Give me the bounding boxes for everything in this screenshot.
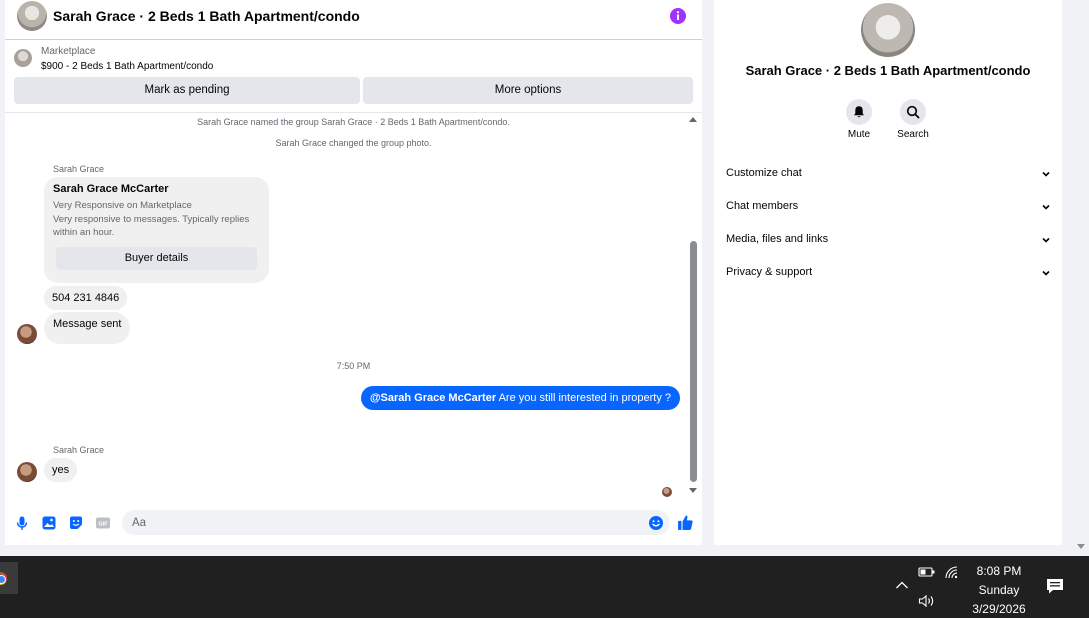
buyer-badge: Very Responsive on Marketplace [53, 200, 192, 211]
avatar[interactable] [17, 324, 37, 344]
chat-panel: Sarah Grace · 2 Beds 1 Bath Apartment/co… [5, 0, 702, 545]
group-photo[interactable] [861, 3, 915, 57]
customize-chat-row[interactable]: Customize chat [726, 165, 1050, 185]
scroll-down-arrow[interactable] [689, 488, 697, 493]
system-clock[interactable]: 8:08 PM Sunday 3/29/2026 [960, 562, 1038, 618]
message-list[interactable]: Sarah Grace named the group Sarah Grace … [5, 112, 702, 502]
search-action[interactable]: Search [893, 99, 933, 140]
chat-title[interactable]: Sarah Grace · 2 Beds 1 Bath Apartment/co… [53, 8, 360, 24]
chat-header: Sarah Grace · 2 Beds 1 Bath Apartment/co… [5, 0, 702, 40]
gif-icon[interactable]: GIF [95, 515, 111, 531]
composer: GIF [5, 505, 702, 541]
system-note: Sarah Grace named the group Sarah Grace … [197, 117, 510, 127]
sender-name: Sarah Grace [53, 164, 105, 174]
sender-name: Sarah Grace [53, 445, 105, 455]
buyer-card: Sarah Grace McCarter Very Responsive on … [44, 177, 269, 283]
row-label: Privacy & support [726, 266, 813, 278]
bell-icon [854, 106, 864, 118]
message-bubble[interactable]: yes [44, 458, 78, 482]
group-avatar[interactable] [17, 1, 47, 31]
row-label: Media, files and links [726, 233, 829, 245]
clock-day: Sunday [978, 583, 1020, 597]
own-message-text: Are you still interested in property ? [496, 392, 671, 404]
scrollbar[interactable] [690, 241, 697, 482]
row-label: Customize chat [726, 167, 802, 179]
sticker-icon[interactable] [68, 515, 84, 531]
message-bubble[interactable]: Message sent [44, 312, 131, 344]
info-title: Sarah Grace · 2 Beds 1 Bath Apartment/co… [745, 63, 1031, 78]
mute-label: Mute [847, 129, 871, 140]
emoji-icon[interactable] [648, 515, 664, 531]
own-message-bubble[interactable]: @Sarah Grace McCarter Are you still inte… [360, 386, 680, 410]
scroll-up-arrow[interactable] [689, 117, 697, 122]
page-scroll-down-arrow[interactable] [1077, 544, 1085, 549]
search-icon [906, 105, 920, 119]
chevron-up-icon[interactable] [895, 580, 909, 590]
thumbs-up-icon[interactable] [677, 514, 694, 531]
gif-label: GIF [98, 522, 108, 528]
chevron-down-icon [1042, 237, 1050, 243]
chat-info-panel: Sarah Grace · 2 Beds 1 Bath Apartment/co… [714, 0, 1062, 545]
mark-pending-button[interactable]: Mark as pending [14, 77, 360, 104]
mute-button[interactable] [846, 99, 872, 125]
volume-icon[interactable] [918, 594, 936, 608]
chevron-down-icon [1042, 204, 1050, 210]
notification-icon[interactable] [1046, 578, 1064, 595]
chat-members-row[interactable]: Chat members [726, 198, 1050, 218]
more-options-button[interactable]: More options [363, 77, 693, 104]
chevron-down-icon [1042, 270, 1050, 276]
clock-time: 8:08 PM [976, 564, 1022, 578]
info-icon[interactable] [669, 7, 687, 25]
marketplace-listing[interactable]: Marketplace $900 - 2 Beds 1 Bath Apartme… [5, 40, 702, 74]
seen-indicator-avatar [662, 487, 672, 497]
battery-icon[interactable] [918, 566, 936, 578]
message-input[interactable] [122, 510, 670, 535]
search-label: Search [897, 129, 929, 140]
message-bubble[interactable]: 504 231 4846 [44, 286, 128, 310]
buyer-response-cont: within an hour. [53, 227, 115, 238]
timestamp: 7:50 PM [336, 361, 371, 371]
row-label: Chat members [726, 200, 799, 212]
media-files-links-row[interactable]: Media, files and links [726, 231, 1050, 251]
chrome-icon [0, 572, 7, 585]
buyer-response: Very responsive to messages. Typically r… [53, 214, 250, 225]
taskbar: 8:08 PM Sunday 3/29/2026 [0, 556, 1089, 618]
mute-action[interactable]: Mute [839, 99, 879, 140]
listing-thumbnail [14, 49, 32, 67]
system-note: Sarah Grace changed the group photo. [275, 138, 432, 148]
chevron-down-icon [1042, 171, 1050, 177]
avatar[interactable] [17, 462, 37, 482]
marketplace-label: Marketplace [41, 46, 96, 57]
privacy-support-row[interactable]: Privacy & support [726, 264, 1050, 284]
listing-price: $900 - 2 Beds 1 Bath Apartment/condo [41, 61, 214, 72]
mention[interactable]: @Sarah Grace McCarter [370, 392, 496, 404]
clock-date: 3/29/2026 [972, 602, 1026, 616]
search-button[interactable] [900, 99, 926, 125]
image-icon[interactable] [41, 515, 57, 531]
microphone-icon[interactable] [14, 515, 30, 531]
taskbar-chrome-button[interactable] [0, 562, 18, 594]
wifi-icon[interactable] [944, 565, 960, 579]
buyer-details-button[interactable]: Buyer details [56, 247, 257, 270]
buyer-name: Sarah Grace McCarter [53, 183, 169, 195]
